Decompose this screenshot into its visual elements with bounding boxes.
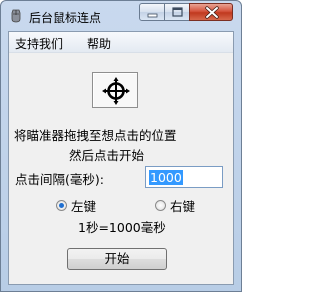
close-button[interactable] <box>189 3 233 21</box>
minimize-icon <box>147 13 158 18</box>
right-button-radio[interactable] <box>155 200 166 211</box>
client-area: 支持我们 帮助 将瞄准器拖拽至想点击的位置 然后点击开始 点击间隔(毫秒): 1… <box>8 31 234 285</box>
instruction-line-2: 然后点击开始 <box>69 148 145 163</box>
title-bar[interactable]: 后台鼠标连点 <box>1 1 241 31</box>
app-window: 后台鼠标连点 支持我们 帮助 将瞄准器拖拽至想点击的位置 然后点击开始 点击间隔… <box>0 0 242 292</box>
interval-label: 点击间隔(毫秒): <box>15 172 104 187</box>
conversion-note: 1秒=1000毫秒 <box>78 220 166 235</box>
close-icon <box>205 6 219 19</box>
interval-input[interactable]: 1000 <box>145 166 223 188</box>
maximize-button[interactable] <box>164 3 190 21</box>
start-button[interactable]: 开始 <box>67 248 167 270</box>
mouse-icon <box>8 8 24 24</box>
minimize-button[interactable] <box>139 3 165 21</box>
left-button-radio[interactable] <box>56 200 67 211</box>
menu-help[interactable]: 帮助 <box>87 35 111 52</box>
right-button-label[interactable]: 右键 <box>170 196 195 215</box>
crosshair-target-icon <box>102 77 130 105</box>
menu-support-us[interactable]: 支持我们 <box>15 35 63 52</box>
maximize-icon <box>172 7 183 17</box>
crosshair-target-handle[interactable] <box>92 72 138 108</box>
instruction-line-1: 将瞄准器拖拽至想点击的位置 <box>14 128 177 143</box>
menu-bar: 支持我们 帮助 <box>9 32 233 53</box>
interval-input-value: 1000 <box>149 170 183 185</box>
left-button-label[interactable]: 左键 <box>71 196 96 215</box>
window-title: 后台鼠标连点 <box>29 11 102 25</box>
